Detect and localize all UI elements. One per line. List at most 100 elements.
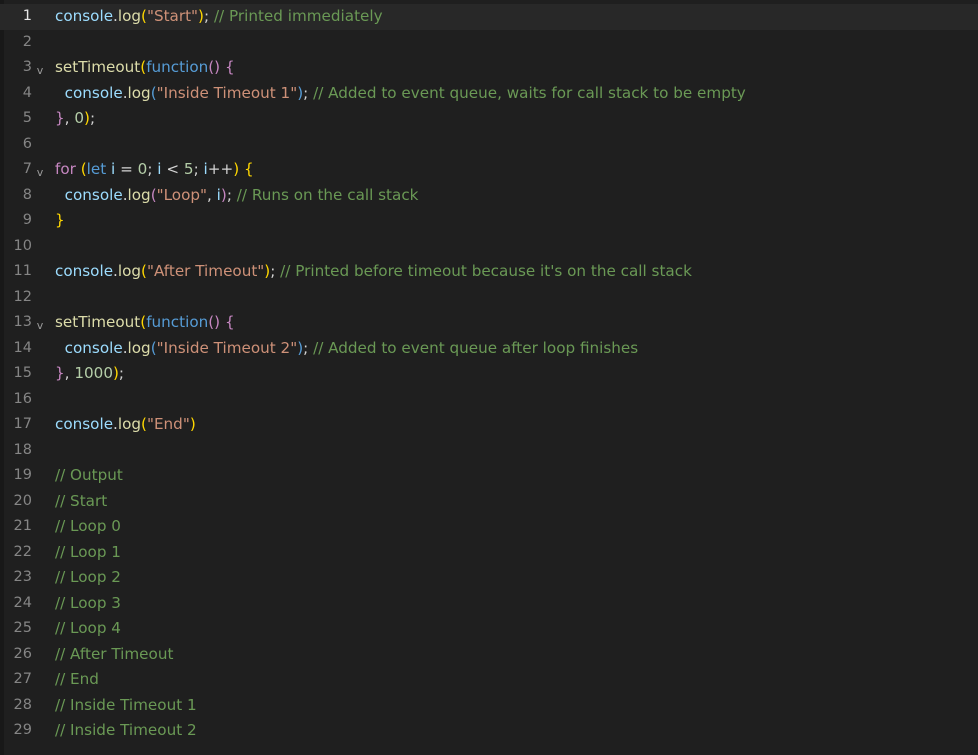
code-line[interactable]: 13 v setTimeout(function() { xyxy=(0,310,978,336)
code-token: // Runs on the call stack xyxy=(236,185,419,204)
code-line[interactable]: 25 // Loop 4 xyxy=(0,616,978,642)
code-line[interactable]: 5}, 0); xyxy=(0,106,978,132)
code-line[interactable]: 2 xyxy=(0,30,978,56)
code-token: setTimeout xyxy=(55,58,141,76)
code-text: console.log("Inside Timeout 2"); // Adde… xyxy=(55,336,639,362)
code-text: // Output xyxy=(55,463,123,489)
code-token: // Inside Timeout 1 xyxy=(55,695,197,714)
line-number: 24 xyxy=(13,594,32,611)
code-token: // End xyxy=(55,670,99,688)
line-number: 29 xyxy=(13,722,32,738)
code-line[interactable]: 8 console.log("Loop", i); // Runs on the… xyxy=(0,183,978,209)
code-line[interactable]: 21 // Loop 0 xyxy=(0,514,978,540)
code-text: console.log("Start"); // Printed immedia… xyxy=(55,4,383,30)
code-line[interactable]: 14 console.log("Inside Timeout 2"); // A… xyxy=(0,336,978,362)
code-text: }, 1000); xyxy=(55,361,124,387)
code-line[interactable]: 28 // Inside Timeout 1 xyxy=(0,693,978,719)
code-token: function xyxy=(146,313,209,331)
code-line[interactable]: 6 xyxy=(0,132,978,158)
code-token: log xyxy=(127,83,151,102)
line-number: 27 xyxy=(13,671,32,687)
code-text: // Inside Timeout 1 xyxy=(55,693,197,719)
code-line[interactable]: 29 // Inside Timeout 2 xyxy=(0,718,978,744)
line-number: 18 xyxy=(13,441,32,458)
code-token: // Added to event queue after loop finis… xyxy=(313,338,639,357)
code-token: // Loop 4 xyxy=(55,619,121,637)
line-number: 15 xyxy=(13,365,32,381)
code-token: console xyxy=(64,83,123,102)
line-number: 19 xyxy=(13,467,32,483)
code-token: } xyxy=(55,211,65,229)
code-line[interactable]: 17 console.log("End") xyxy=(0,412,978,438)
code-token: ++ xyxy=(207,160,234,178)
code-token: "Start" xyxy=(146,7,199,25)
line-number: 8 xyxy=(22,186,32,203)
code-line[interactable]: 15 }, 1000); xyxy=(0,361,978,387)
line-number: 10 xyxy=(13,237,32,254)
line-number: 16 xyxy=(13,390,32,407)
code-token: 0 xyxy=(74,109,84,127)
line-number: 21 xyxy=(13,518,32,534)
code-token: ; xyxy=(303,338,314,357)
code-token: log xyxy=(127,338,151,357)
code-token: = xyxy=(115,160,138,178)
code-line[interactable]: 26 // After Timeout xyxy=(0,642,978,668)
code-token: { xyxy=(224,313,235,331)
code-token: // Added to event queue, waits for call … xyxy=(313,83,746,102)
code-text: setTimeout(function() { xyxy=(55,310,235,336)
code-token: ; xyxy=(270,262,281,280)
line-number: 25 xyxy=(13,620,32,636)
code-text: console.log("Loop", i); // Runs on the c… xyxy=(55,183,419,209)
line-number: 11 xyxy=(13,263,32,279)
code-token: "Inside Timeout 2" xyxy=(156,338,298,357)
code-token: , xyxy=(207,185,217,204)
code-text: // Loop 2 xyxy=(55,565,121,591)
code-token: } xyxy=(55,364,65,382)
line-number: 12 xyxy=(13,288,32,305)
code-line[interactable]: 18 xyxy=(0,438,978,464)
code-line[interactable]: 10 xyxy=(0,234,978,260)
code-text: // Loop 3 xyxy=(55,591,121,617)
code-token: // Output xyxy=(55,466,123,484)
line-number: 17 xyxy=(13,416,32,432)
code-line[interactable]: 22 // Loop 1 xyxy=(0,540,978,566)
code-text: console.log("After Timeout"); // Printed… xyxy=(55,259,692,285)
code-line[interactable]: 3 v setTimeout(function() { xyxy=(0,55,978,81)
code-line[interactable]: 4 console.log("Inside Timeout 1"); // Ad… xyxy=(0,81,978,107)
line-number: 22 xyxy=(13,543,32,560)
code-token: , xyxy=(64,364,75,382)
code-line[interactable]: 12 xyxy=(0,285,978,311)
code-token: { xyxy=(243,160,254,178)
line-number: 13 xyxy=(13,314,32,330)
line-number: 4 xyxy=(22,84,32,101)
code-line[interactable]: 16 xyxy=(0,387,978,413)
code-line[interactable]: 19 // Output xyxy=(0,463,978,489)
code-line[interactable]: 27 // End xyxy=(0,667,978,693)
code-token: let xyxy=(86,160,107,178)
code-token: "After Timeout" xyxy=(146,262,265,280)
code-token: () xyxy=(208,313,221,331)
code-line[interactable]: 1 console.log("Start"); // Printed immedi… xyxy=(0,4,978,30)
code-token: console xyxy=(55,7,114,25)
code-token: // Loop 1 xyxy=(55,542,121,561)
code-token: // Printed immediately xyxy=(213,7,383,25)
code-line[interactable]: 23 // Loop 2 xyxy=(0,565,978,591)
code-token: ; xyxy=(303,83,314,102)
code-token: console xyxy=(55,262,114,280)
code-token: // Loop 0 xyxy=(55,517,121,535)
code-token: ; xyxy=(203,7,214,25)
code-editor[interactable]: 1 console.log("Start"); // Printed immedi… xyxy=(0,0,978,755)
code-line[interactable]: 9} xyxy=(0,208,978,234)
code-text: console.log("Inside Timeout 1"); // Adde… xyxy=(55,81,746,107)
code-line[interactable]: 24 // Loop 3 xyxy=(0,591,978,617)
line-number: 23 xyxy=(13,569,32,585)
code-line[interactable]: 20 // Start xyxy=(0,489,978,515)
code-token: 1000 xyxy=(74,364,113,382)
code-text: console.log("End") xyxy=(55,412,196,438)
code-line[interactable]: 11 console.log("After Timeout"); // Print… xyxy=(0,259,978,285)
code-line[interactable]: 7 v for (let i = 0; i < 5; i++) { xyxy=(0,157,978,183)
line-number: 7 xyxy=(22,161,32,177)
code-token: log xyxy=(127,185,151,204)
line-number: 26 xyxy=(13,645,32,662)
